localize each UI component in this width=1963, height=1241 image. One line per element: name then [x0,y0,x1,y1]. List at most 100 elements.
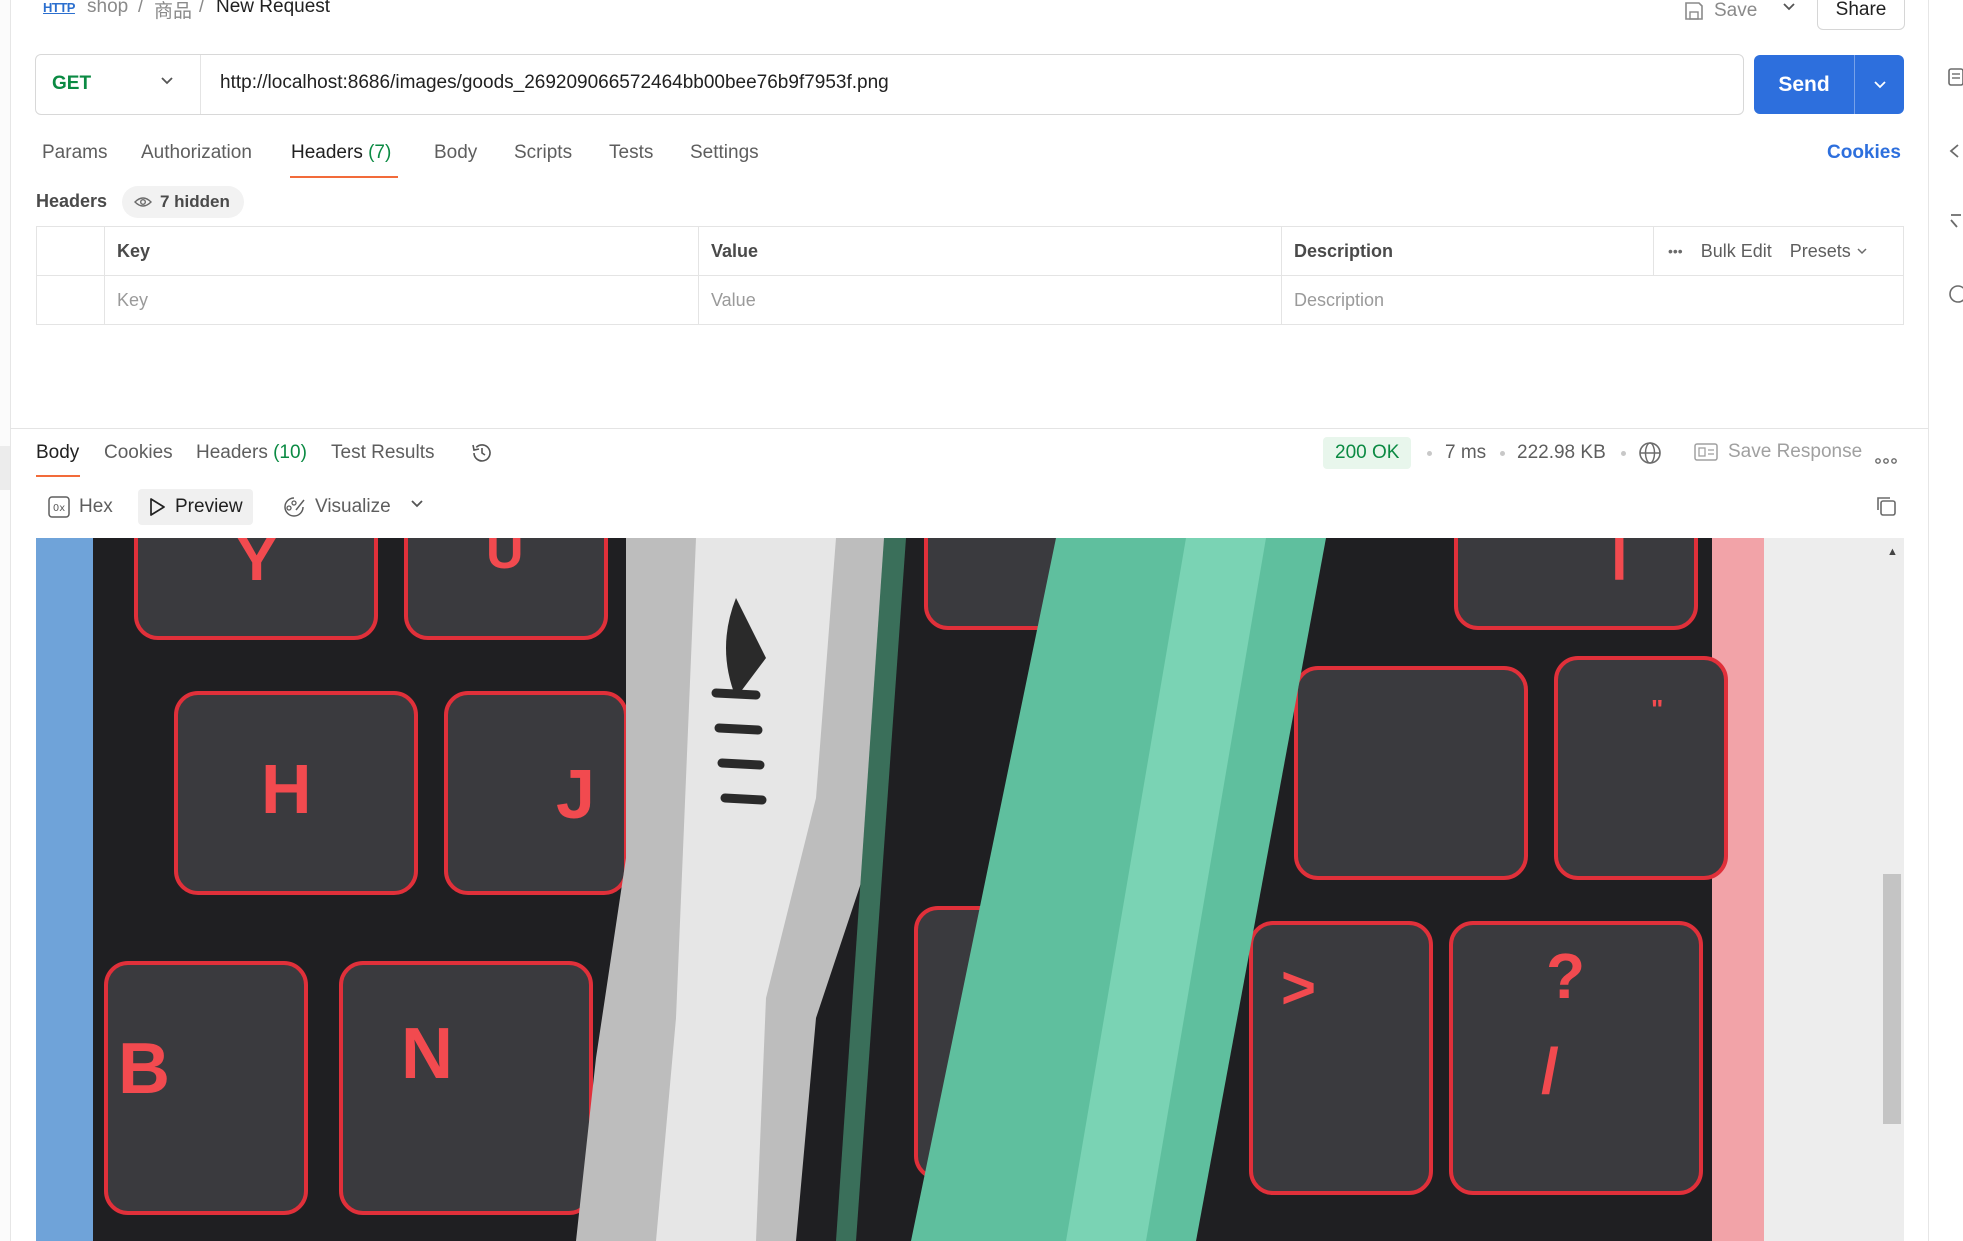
svg-text:B: B [118,1029,170,1109]
presets-label: Presets [1789,240,1851,261]
response-size[interactable]: 222.98 KB [1517,442,1606,464]
info-icon[interactable] [1948,284,1963,310]
sidebar-collapse-handle[interactable] [0,446,10,490]
response-tab-test-results[interactable]: Test Results [331,442,434,464]
response-tab-cookies[interactable]: Cookies [104,442,173,464]
svg-text:N: N [401,1014,453,1094]
hex-view-button[interactable]: 0x Hex [38,489,123,525]
hidden-headers-toggle[interactable]: 7 hidden [122,186,244,218]
send-button[interactable]: Send [1754,55,1904,114]
tab-body[interactable]: Body [434,142,477,164]
response-tab-body[interactable]: Body [36,442,79,464]
column-description: Description [1281,227,1653,275]
scrollbar-thumb[interactable] [1883,874,1901,1124]
play-icon [150,498,165,516]
tab-scripts[interactable]: Scripts [514,142,572,164]
tab-authorization[interactable]: Authorization [141,142,252,164]
visualize-icon [284,497,305,517]
cookies-link[interactable]: Cookies [1827,142,1901,164]
bulk-edit-button[interactable]: Bulk Edit [1701,241,1772,262]
breadcrumb-collection[interactable]: shop [87,0,128,18]
response-time[interactable]: 7 ms [1445,442,1486,464]
globe-icon[interactable] [1638,441,1662,470]
column-value: Value [698,227,1281,275]
more-options-icon[interactable]: ••• [1668,243,1683,259]
breadcrumb-separator: / [138,0,144,17]
save-icon [1685,2,1703,20]
description-input[interactable]: Description [1281,276,1903,324]
preview-image: Y U H J B N ? / > l " [36,538,1764,1241]
meta-separator [1427,451,1432,456]
save-response-button[interactable]: Save Response [1694,441,1862,463]
response-active-tab-indicator [36,475,80,477]
key-input[interactable]: Key [104,276,698,324]
svg-text:": " [1651,694,1663,724]
presets-dropdown[interactable]: Presets [1790,241,1867,262]
svg-text:H: H [261,750,312,828]
response-preview-pane: Y U H J B N ? / > l " [36,538,1904,1241]
response-headers-count: (10) [273,442,307,463]
view-mode-chevron-icon[interactable] [410,496,424,514]
history-icon[interactable] [470,441,494,470]
active-tab-indicator [290,176,398,178]
save-button[interactable]: Save [1684,0,1757,28]
url-bar: GET http://localhost:8686/images/goods_2… [35,54,1744,115]
table-header-row: Key Value Description ••• Bulk Edit Pres… [37,227,1903,275]
tab-headers-label: Headers [291,142,363,163]
chevron-down-icon [160,73,174,91]
svg-text:/: / [1541,1035,1559,1107]
docs-icon[interactable] [1948,68,1963,92]
value-input[interactable]: Value [698,276,1281,324]
save-label: Save [1714,0,1758,21]
svg-text:U: U [486,538,524,580]
meta-separator [1621,451,1626,456]
comments-icon[interactable] [1948,212,1963,236]
share-button[interactable]: Share [1817,0,1905,30]
hex-label: Hex [79,496,113,517]
more-options-icon[interactable] [1875,448,1897,471]
save-response-label: Save Response [1728,441,1863,462]
breadcrumb-separator: / [199,0,205,17]
meta-separator [1500,451,1505,456]
visualize-label: Visualize [315,496,391,517]
hex-icon: 0x [48,496,70,518]
svg-text:l: l [1611,538,1628,593]
status-badge[interactable]: 200 OK [1323,437,1412,469]
checkbox-column [37,227,104,275]
right-rail [1928,0,1963,1241]
table-row: Key Value Description [37,275,1903,324]
chevron-down-icon [1857,248,1867,255]
code-icon[interactable] [1948,142,1963,166]
svg-text:0x: 0x [53,503,65,514]
headers-table: Key Value Description ••• Bulk Edit Pres… [36,226,1904,325]
copy-icon[interactable] [1875,495,1897,522]
pane-divider[interactable] [10,428,1928,429]
response-tab-headers[interactable]: Headers (10) [196,442,307,464]
breadcrumb-folder[interactable]: 商品 [154,0,192,23]
scroll-up-arrow-icon[interactable]: ▲ [1887,546,1898,558]
svg-text:Y: Y [236,538,277,594]
svg-text:J: J [556,755,595,833]
visualize-view-button[interactable]: Visualize [272,489,401,525]
send-options-chevron-icon[interactable] [1854,55,1904,114]
method-label: GET [52,73,92,94]
column-key: Key [104,227,698,275]
request-name[interactable]: New Request [216,0,330,18]
send-label[interactable]: Send [1754,55,1854,114]
eye-icon [134,197,152,207]
http-badge: HTTP [43,0,75,15]
response-tab-headers-label: Headers [196,442,268,463]
left-sidebar-edge [0,0,11,1241]
url-input[interactable]: http://localhost:8686/images/goods_26920… [220,72,889,94]
tab-headers[interactable]: Headers (7) [291,142,391,164]
headers-title: Headers [36,191,108,211]
hidden-count: 7 hidden [160,192,230,211]
preview-view-button[interactable]: Preview [138,489,253,525]
request-header: HTTP shop / 商品 / New Request Save Share [0,0,1928,40]
tab-tests[interactable]: Tests [609,142,653,164]
tab-params[interactable]: Params [42,142,107,164]
preview-label: Preview [175,496,243,517]
save-options-chevron-icon[interactable] [1776,0,1802,22]
tab-settings[interactable]: Settings [690,142,759,164]
method-select[interactable]: GET [36,55,201,114]
